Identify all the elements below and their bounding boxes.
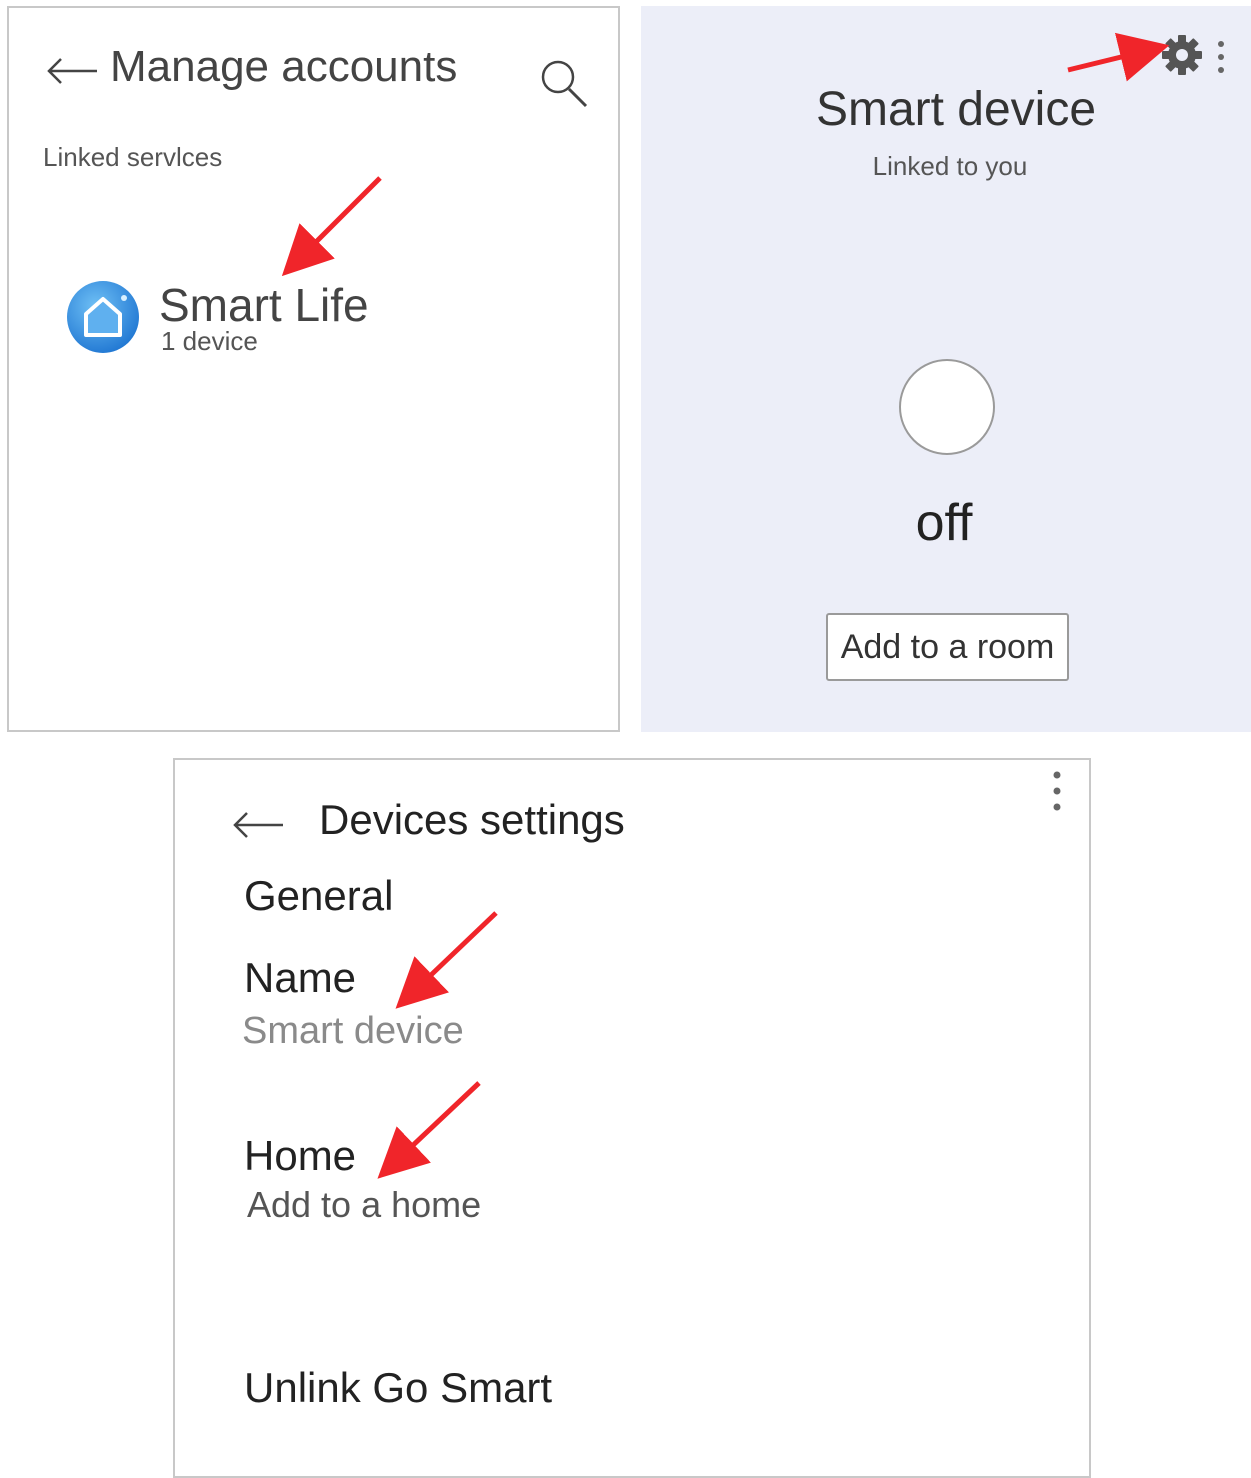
- unlink-button[interactable]: Unlink Go Smart: [244, 1364, 552, 1412]
- power-toggle[interactable]: [899, 359, 995, 455]
- service-name: Smart Life: [159, 279, 369, 331]
- setting-home-value: Add to a home: [247, 1184, 482, 1225]
- service-device-count: 1 device: [161, 326, 258, 356]
- setting-name-value: Smart device: [242, 1010, 464, 1052]
- back-arrow-icon[interactable]: [231, 810, 285, 845]
- page-title: Manage accounts: [110, 42, 458, 91]
- manage-accounts-panel: Manage accounts Linked servlces Smart Li…: [7, 6, 620, 732]
- device-state: off: [915, 494, 973, 552]
- add-to-room-button[interactable]: Add to a room: [826, 613, 1069, 681]
- section-label-linked-services: Linked servlces: [43, 142, 223, 172]
- setting-name-label: Name: [244, 954, 357, 1001]
- back-arrow-icon[interactable]: [45, 56, 99, 91]
- smart-life-logo: [66, 280, 140, 359]
- more-vert-icon[interactable]: [1051, 770, 1063, 817]
- page-title: Devices settings: [319, 796, 625, 843]
- search-icon[interactable]: [539, 58, 589, 115]
- more-vert-icon[interactable]: [1215, 40, 1227, 79]
- section-heading-general: General: [244, 872, 394, 919]
- gear-icon[interactable]: [1161, 34, 1203, 81]
- device-panel: Smart device Linked to you off Add to a …: [641, 6, 1251, 732]
- device-subtitle: Linked to you: [872, 151, 1028, 181]
- setting-home-label: Home: [244, 1132, 357, 1179]
- device-title: Smart device: [815, 83, 1097, 136]
- devices-settings-panel: Devices settings General Name Smart devi…: [173, 758, 1091, 1478]
